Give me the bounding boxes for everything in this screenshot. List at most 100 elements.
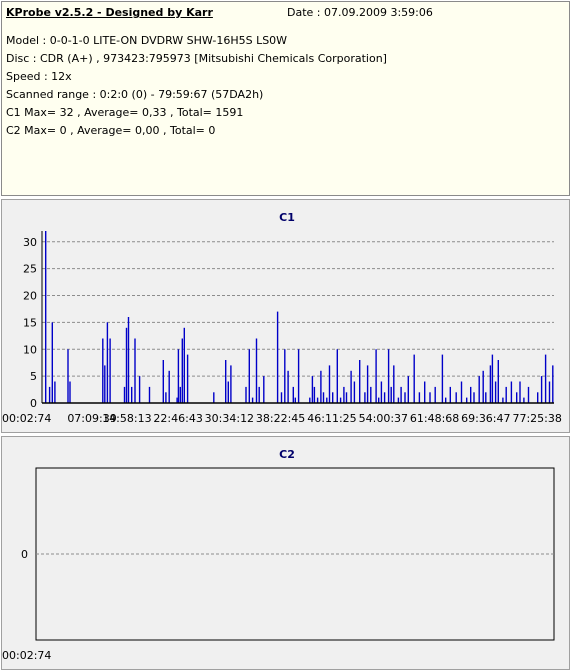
c1-bar [106, 322, 109, 403]
c1-bar [297, 349, 300, 404]
c2-chart: C2 0 00:02:74 [2, 448, 555, 662]
c2-y-tick-label: 0 [21, 548, 28, 561]
c1-bar [176, 397, 178, 403]
info-lines: Model : 0-0-1-0 LITE-ON DVDRW SHW-16H5S … [6, 32, 387, 140]
c1-y-tick-label: 30 [23, 236, 37, 249]
c1-y-tick-label: 25 [23, 263, 37, 276]
c1-chart-title: C1 [279, 211, 295, 224]
info-panel: KProbe v2.5.2 - Designed by Karr Date : … [1, 1, 570, 196]
c1-bar [390, 386, 392, 403]
c1-x-ticks: 00:02:74 07:09:3914:58:13 22:46:43 30:34:12… [2, 412, 562, 425]
c1-bar [109, 338, 111, 403]
c1-y-tick-label: 5 [30, 370, 37, 383]
c1-x-tick-label: 30:34:12 [205, 412, 254, 425]
c1-bar [125, 327, 128, 404]
c1-bar [544, 354, 547, 403]
c1-x-tick-label: 54:00:37 [359, 412, 408, 425]
c1-bar [134, 338, 136, 403]
c1-bar [162, 360, 164, 403]
c1-bar [326, 397, 328, 403]
c1-bar [455, 392, 457, 404]
c1-x-tick-label: 77:25:38 [512, 412, 561, 425]
c1-bar [45, 231, 47, 403]
c1-bar [460, 381, 463, 403]
c1-bar [225, 360, 227, 403]
c1-bar [294, 397, 296, 403]
c1-y-tick-label: 10 [23, 343, 37, 356]
c1-bar [516, 392, 518, 404]
c1-bar [343, 386, 345, 403]
c1-bar [248, 349, 250, 404]
c1-bar [397, 397, 400, 403]
info-model: Model : 0-0-1-0 LITE-ON DVDRW SHW-16H5S … [6, 34, 288, 47]
c1-bar [183, 327, 185, 404]
c1-bar [339, 397, 342, 403]
c1-bar [387, 349, 390, 404]
c1-bar [54, 381, 56, 403]
c1-bar [345, 392, 348, 404]
c1-bar [179, 386, 181, 403]
app-title: KProbe v2.5.2 - Designed by Karr [6, 6, 213, 19]
c1-bar [67, 349, 69, 404]
c1-bar [69, 381, 71, 403]
c1-bar [494, 381, 497, 403]
c1-bar [548, 381, 551, 403]
c1-bar [284, 349, 286, 404]
c2-chart-title: C2 [279, 448, 295, 461]
c1-bar [400, 386, 402, 403]
c1-x-tick-label: 00:02:74 [2, 412, 51, 425]
c1-bar [378, 397, 380, 403]
c1-bar [383, 392, 386, 404]
c1-bar [470, 386, 472, 403]
c1-bar [181, 338, 183, 403]
c1-bar [353, 381, 356, 403]
c1-bar [489, 365, 492, 403]
c1-bar [328, 365, 331, 403]
c1-bar [255, 338, 258, 403]
c1-bar [523, 397, 525, 403]
c1-bar [366, 365, 369, 403]
c1-bar [104, 365, 106, 403]
c1-bar [263, 376, 265, 403]
c1-bar [287, 370, 289, 404]
c1-y-tick-label: 15 [23, 316, 37, 329]
c1-bar [491, 354, 494, 403]
c2-chart-panel: C2 0 00:02:74 [1, 436, 570, 670]
c1-bar [186, 354, 189, 403]
c1-bar [258, 386, 260, 403]
c1-bar [375, 349, 377, 404]
c1-bar [505, 386, 507, 403]
c1-bar [527, 386, 530, 403]
c1-chart-panel: C1 0 5 10 15 20 25 30 00:02:74 07:09:39 14:58:13… [1, 199, 570, 433]
c1-bar [276, 311, 279, 403]
c1-bar [230, 365, 232, 403]
c1-bar [245, 386, 247, 403]
c1-bar [336, 349, 338, 404]
c1-bar [404, 392, 406, 404]
c1-bar [466, 397, 468, 403]
c2-x-tick-label: 00:02:74 [2, 649, 51, 662]
c1-bar [485, 392, 487, 404]
c1-bar [350, 370, 352, 404]
c1-bar [482, 370, 484, 404]
c1-bar [445, 397, 447, 403]
c1-bar [429, 392, 431, 404]
c1-bar [123, 386, 126, 403]
c1-bar [251, 397, 254, 403]
c1-x-tick-label: 22:46:43 [153, 412, 202, 425]
c1-bar [309, 397, 311, 403]
c1-bar [413, 354, 415, 403]
c1-y-tick-label: 0 [30, 397, 37, 410]
c1-bar [332, 392, 334, 404]
info-disc: Disc : CDR (A+) , 973423:795973 [Mitsubi… [6, 52, 387, 65]
c1-x-tick-label: 38:22:45 [256, 412, 305, 425]
c1-bar [473, 392, 475, 404]
c1-bar [418, 392, 421, 404]
c1-bar [127, 317, 130, 403]
c1-bar [168, 370, 170, 404]
info-scanned-range: Scanned range : 0:2:0 (0) - 79:59:67 (57… [6, 88, 264, 101]
info-c1-stats: C1 Max= 32 , Average= 0,33 , Total= 1591 [6, 106, 244, 119]
c1-bar [370, 386, 372, 403]
c1-bar [540, 376, 543, 403]
c1-bar [316, 397, 319, 403]
